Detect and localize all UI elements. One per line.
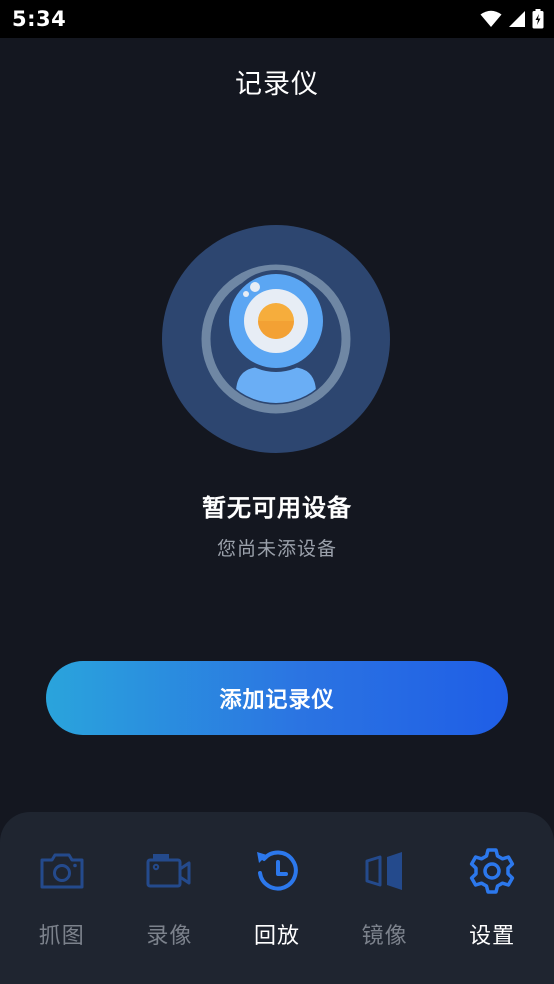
tab-record[interactable]: 录像 <box>119 846 219 950</box>
status-icons <box>480 9 544 29</box>
page-title: 记录仪 <box>235 69 319 100</box>
tab-settings[interactable]: 设置 <box>442 846 542 950</box>
webcam-illustration <box>162 225 390 453</box>
add-recorder-button[interactable]: 添加记录仪 <box>46 661 508 735</box>
status-time: 5:34 <box>12 7 67 31</box>
empty-state-title: 暂无可用设备 <box>202 494 352 522</box>
tab-capture[interactable]: 抓图 <box>12 846 112 950</box>
bottom-tab-bar: 抓图 录像 回放 镜像 设置 <box>0 812 554 984</box>
wifi-icon <box>480 10 502 27</box>
tab-label: 录像 <box>146 924 193 949</box>
video-camera-icon <box>146 854 191 888</box>
battery-icon <box>532 9 544 29</box>
signal-icon <box>509 11 525 27</box>
tab-mirror[interactable]: 镜像 <box>335 846 435 950</box>
playback-clock-icon <box>256 850 298 891</box>
tab-label: 设置 <box>469 924 516 949</box>
status-bar: 5:34 <box>0 0 554 38</box>
empty-state-subtitle: 您尚未添设备 <box>216 538 337 560</box>
tab-playback[interactable]: 回放 <box>227 846 327 950</box>
tab-label: 抓图 <box>38 924 85 949</box>
tab-label: 镜像 <box>361 924 408 949</box>
app-screen: 5:34 记录仪 暂无可用设备 您尚未添设备 添加记录仪 抓图 录像 回放 镜像… <box>0 0 554 984</box>
camera-icon <box>40 853 84 889</box>
mirror-icon <box>365 852 402 890</box>
gear-icon <box>470 848 515 894</box>
tab-label: 回放 <box>253 924 300 949</box>
